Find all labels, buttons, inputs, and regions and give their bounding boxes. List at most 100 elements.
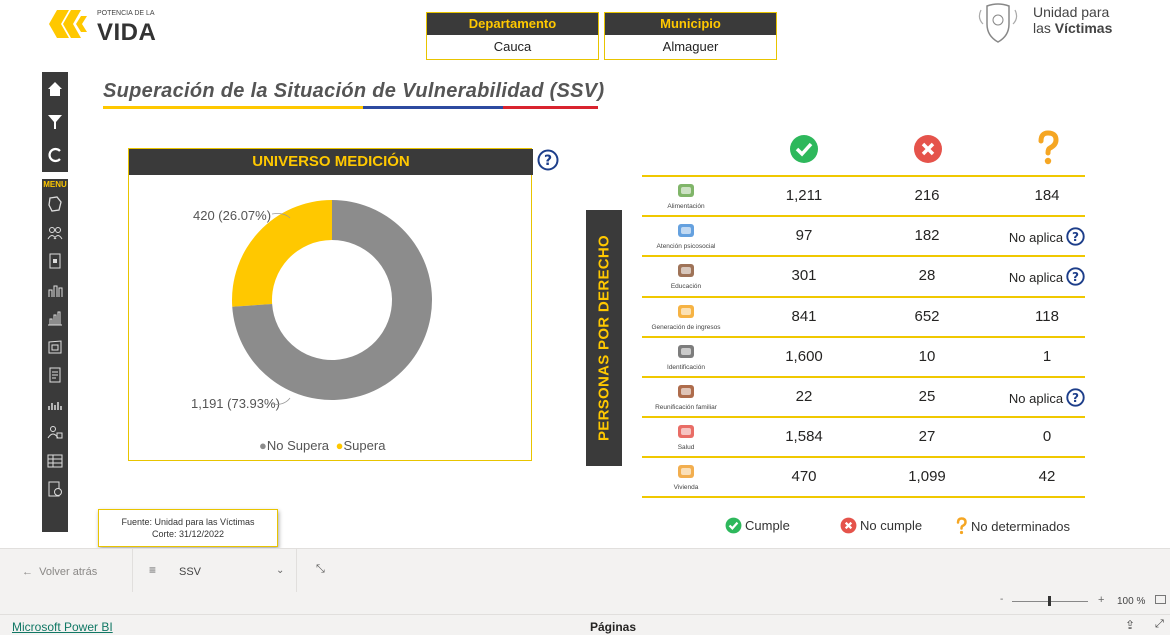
family-icon — [678, 385, 694, 398]
table-row: Vivienda 470 1,099 42 — [642, 456, 1085, 494]
nav-demographics-button[interactable] — [42, 390, 68, 419]
nav-bar-chart-button[interactable] — [42, 304, 68, 333]
table-row: Reunificación familiar 22 25 No aplica? — [642, 376, 1085, 414]
municipio-filter[interactable]: Municipio Almaguer — [604, 12, 777, 60]
row-icon-cell: Generación de ingresos — [642, 300, 730, 334]
nav-export-button[interactable] — [42, 475, 68, 504]
page-title: Superación de la Situación de Vulnerabil… — [103, 80, 605, 102]
no-det-value: No aplica — [1008, 270, 1064, 286]
svg-text:?: ? — [544, 153, 552, 169]
cumple-value: 301 — [791, 267, 817, 285]
no-aplica-help-icon[interactable]: ? — [1066, 267, 1085, 287]
page-list-icon: ≡ — [149, 563, 157, 577]
row-label: Atención psicosocial — [656, 243, 716, 251]
legend-x-icon — [840, 517, 857, 534]
nav-report-button[interactable] — [42, 361, 68, 390]
legend-cumple: Cumple — [745, 518, 790, 533]
power-bi-link[interactable]: Microsoft Power BI — [12, 620, 113, 634]
row-icon-cell: Reunificación familiar — [642, 380, 730, 414]
filter-button[interactable] — [42, 105, 68, 138]
home-button[interactable] — [42, 72, 68, 105]
no-cumple-value: 182 — [914, 227, 940, 245]
psychosocial-icon — [678, 224, 694, 238]
zoom-percent: 100 % — [1117, 596, 1146, 607]
row-icon-cell: Alimentación — [642, 179, 730, 213]
income-icon — [678, 304, 694, 318]
page-selector[interactable]: ≡ SSV ⌄ — [132, 549, 297, 593]
cumple-value: 22 — [795, 388, 813, 405]
nav-people-button[interactable] — [42, 219, 68, 248]
no-cumple-value: 27 — [918, 428, 936, 446]
territory-map-icon — [48, 340, 62, 354]
logo-right-prefix: las — [1033, 20, 1055, 36]
zoom-bar: - + 100 % — [0, 592, 1170, 614]
title-underline — [103, 106, 598, 109]
legend-no-cumple: No cumple — [860, 518, 923, 533]
zoom-slider-handle[interactable] — [1048, 596, 1051, 606]
no-cumple-value: 28 — [918, 267, 936, 285]
fit-to-page-icon[interactable] — [1155, 595, 1166, 604]
table-row: Alimentación 1,211 216 184 — [642, 175, 1085, 213]
collapse-icon[interactable]: ⤡ — [316, 563, 325, 576]
potencia-vida-logo: POTENCIA DE LA VIDA — [47, 6, 177, 48]
svg-text:?: ? — [1072, 270, 1079, 284]
row-label: Alimentación — [667, 203, 705, 210]
back-button[interactable]: ← Volver atrás — [22, 566, 97, 578]
label-supera: 420 (26.07%) — [193, 208, 272, 223]
logo-right-bold: Víctimas — [1054, 20, 1113, 36]
no-det-value: No aplica — [1008, 230, 1064, 246]
zoom-in-button[interactable]: + — [1098, 594, 1104, 606]
row-label: Reunificación familiar — [655, 404, 717, 411]
municipio-value: Almaguer — [662, 39, 719, 54]
departamento-filter[interactable]: Departamento Cauca — [426, 12, 599, 60]
legend-no-cumple-item: No cumple — [840, 517, 922, 534]
refresh-icon — [48, 147, 61, 162]
svg-text:?: ? — [1072, 391, 1079, 405]
table-row: Generación de ingresos 841 652 118 — [642, 295, 1085, 334]
table-row: Salud 1,584 27 0 — [642, 416, 1085, 454]
refresh-button[interactable] — [42, 138, 68, 171]
pages-label[interactable]: Páginas — [590, 620, 636, 634]
population-icon — [48, 285, 63, 297]
legend-cumple-item: Cumple — [725, 517, 790, 534]
table-row: Atención psicosocial 97 182 No aplica? — [642, 215, 1085, 253]
nav-map-button[interactable] — [42, 190, 68, 219]
id-card-icon — [678, 344, 694, 358]
row-label: Identificación — [667, 363, 705, 371]
report-icon — [49, 367, 61, 383]
label-leader-lines — [272, 213, 291, 405]
nav-population-button[interactable] — [42, 276, 68, 305]
document-icon — [49, 253, 61, 269]
source-line1: Fuente: Unidad para las Víctimas — [121, 517, 255, 527]
zoom-out-button[interactable]: - — [1000, 594, 1003, 605]
nav-group-button[interactable] — [42, 418, 68, 447]
health-icon — [678, 425, 694, 439]
legend-question-icon — [956, 517, 967, 535]
logo-right-line1: Unidad para — [1033, 4, 1110, 20]
fullscreen-icon[interactable]: ⤢ — [1155, 618, 1164, 631]
nav-table-button[interactable] — [42, 447, 68, 476]
no-cumple-value: 216 — [914, 187, 940, 204]
table-row: Identificación 1,600 10 1 — [642, 335, 1085, 374]
source-tooltip: Fuente: Unidad para las Víctimas Corte: … — [98, 509, 278, 547]
no-det-value: 118 — [1035, 307, 1059, 325]
no-det-value: 1 — [1042, 347, 1052, 365]
universe-help-icon[interactable]: ? — [537, 149, 559, 171]
nav-document-button[interactable] — [42, 247, 68, 276]
legend-supera-dot: ● — [335, 438, 344, 453]
house-icon — [678, 465, 694, 479]
nav-territory-button[interactable] — [42, 333, 68, 362]
no-det-value: 184 — [1034, 187, 1060, 204]
education-icon — [678, 264, 694, 278]
source-line2: Corte: 31/12/2022 — [151, 529, 225, 539]
legend-no-supera: No Supera — [266, 438, 330, 453]
no-aplica-help-icon[interactable]: ? — [1066, 227, 1085, 246]
export-icon — [48, 481, 62, 497]
no-aplica-help-icon[interactable]: ? — [1066, 388, 1085, 407]
share-icon[interactable]: ⇪ — [1125, 618, 1135, 632]
label-no-supera: 1,191 (73.93%) — [191, 396, 280, 411]
legend-no-det-item: No determinados — [955, 517, 1070, 535]
logo-right-line2: las Víctimas — [1033, 20, 1112, 36]
personas-por-derecho-label: PERSONAS POR DERECHO — [595, 234, 613, 442]
no-det-cell: 118 — [995, 308, 1099, 325]
